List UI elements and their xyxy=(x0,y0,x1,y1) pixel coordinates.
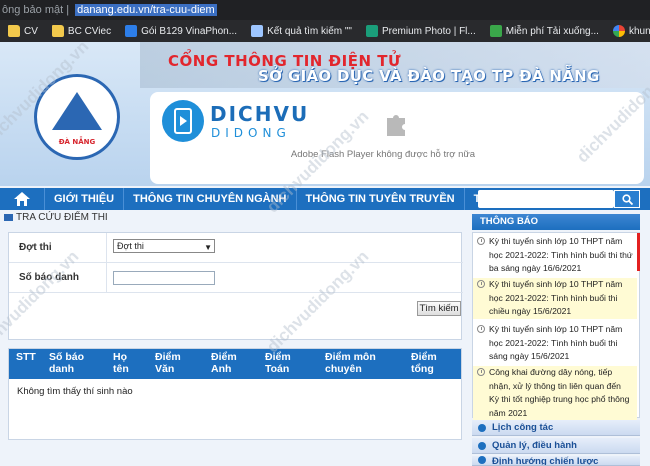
breadcrumb-label: TRA CỨU ĐIỂM THI xyxy=(16,212,108,223)
puzzle-plugin-icon xyxy=(387,115,405,136)
nav-gioi-thieu[interactable]: GIỚI THIỆU xyxy=(44,188,123,210)
form-divider xyxy=(106,233,107,293)
notice-item[interactable]: Kỳ thi tuyển sinh lớp 10 THPT năm học 20… xyxy=(473,323,637,364)
sidebar-link-quan-ly-dieu-hanh[interactable]: Quản lý, điều hành xyxy=(472,438,640,454)
notice-item[interactable]: Kỳ thi tuyển sinh lớp 10 THPT năm học 20… xyxy=(473,278,637,319)
google-icon xyxy=(612,25,625,37)
exam-select[interactable]: Đợt thi ▼ xyxy=(113,239,215,253)
search-input[interactable] xyxy=(478,190,614,208)
bookmark-vinaphone[interactable]: Gói B129 VinaPhon... xyxy=(125,25,237,37)
home-icon[interactable] xyxy=(0,188,44,210)
scroll-indicator[interactable] xyxy=(637,233,640,271)
exam-label: Đợt thi xyxy=(19,242,52,253)
table-icon xyxy=(4,214,13,221)
brand-watermark-top: DICHVU xyxy=(210,102,310,126)
notice-title: THÔNG BÁO xyxy=(472,214,640,230)
bookmark-bc-cviec[interactable]: BC CViec xyxy=(51,25,111,37)
clock-icon xyxy=(477,368,485,376)
breadcrumb: TRA CỨU ĐIỂM THI xyxy=(4,212,108,223)
exam-row: Đợt thi Đợt thi ▼ xyxy=(9,233,463,263)
clock-icon xyxy=(477,237,485,245)
col-diem-van: Điểm Văn xyxy=(155,351,181,375)
search-icon xyxy=(621,193,633,205)
clock-icon xyxy=(477,325,485,333)
candidate-number-input[interactable] xyxy=(113,271,215,285)
right-sidebar: THÔNG BÁO Kỳ thi tuyển sinh lớp 10 THPT … xyxy=(470,212,640,466)
bullet-icon xyxy=(478,456,486,464)
page: ĐÀ NẴNG CỔNG THÔNG TIN ĐIỆN TỬ SỞ GIÁO D… xyxy=(0,37,650,466)
address-bar[interactable]: ông bảo mật | danang.edu.vn/tra-cuu-diem xyxy=(0,0,650,20)
logo-label: ĐÀ NẴNG xyxy=(58,138,96,146)
col-so-bao-danh: Số báo danh xyxy=(49,351,85,375)
results-header: STT Số báo danh Họ tên Điểm Văn Điểm Anh… xyxy=(9,349,461,379)
freepik-icon xyxy=(366,25,378,37)
bookmark-khung-loi-thoai[interactable]: khung lời thoại hìn... xyxy=(612,25,650,37)
search-form: Đợt thi Đợt thi ▼ Số báo danh Tìm kiếm xyxy=(8,232,463,340)
banner: ĐÀ NẴNG CỔNG THÔNG TIN ĐIỆN TỬ SỞ GIÁO D… xyxy=(0,42,650,186)
results-table: STT Số báo danh Họ tên Điểm Văn Điểm Anh… xyxy=(8,348,462,440)
notice-item[interactable]: Công khai đường dây nóng, tiếp nhận, xử … xyxy=(473,366,637,420)
bookmark-search-results[interactable]: Kết quả tìm kiếm "" xyxy=(251,25,352,37)
search-submit-button[interactable]: Tìm kiếm xyxy=(417,301,461,316)
notice-item[interactable]: Kỳ thi tuyển sinh lớp 10 THPT năm học 20… xyxy=(473,235,637,276)
search-button[interactable] xyxy=(614,190,640,208)
col-diem-tong: Điểm tổng xyxy=(411,351,437,375)
bookmark-free-download[interactable]: Miễn phí Tải xuống... xyxy=(489,25,599,37)
security-status[interactable]: ông bảo mật | xyxy=(2,4,69,16)
col-ho-ten: Họ tên xyxy=(113,351,129,375)
bullet-icon xyxy=(478,423,486,432)
nav-thong-tin-chuyen-nganh[interactable]: THÔNG TIN CHUYÊN NGÀNH xyxy=(123,188,295,210)
url-text[interactable]: danang.edu.vn/tra-cuu-diem xyxy=(75,4,217,16)
col-diem-anh: Điểm Anh xyxy=(211,351,237,375)
candidate-row: Số báo danh xyxy=(9,263,463,293)
flash-unsupported-message: Adobe Flash Player không được hỗ trợ nữa xyxy=(290,149,476,160)
site-logo[interactable]: ĐÀ NẴNG xyxy=(34,74,120,160)
search-result-icon xyxy=(251,25,264,37)
empty-result-message: Không tìm thấy thí sinh nào xyxy=(17,386,133,397)
clock-icon xyxy=(477,280,485,288)
col-diem-mon-chuyen: Điểm môn chuyên xyxy=(325,351,376,375)
bookmark-premium-photo[interactable]: Premium Photo | Fl... xyxy=(366,25,476,37)
folder-icon xyxy=(51,25,64,37)
brand-watermark-bottom: DIDONG xyxy=(211,126,291,140)
bullet-icon xyxy=(478,441,486,450)
nav-thong-tin-tuyen-truyen[interactable]: THÔNG TIN TUYÊN TRUYỀN xyxy=(295,188,464,210)
notice-list: Kỳ thi tuyển sinh lớp 10 THPT năm học 20… xyxy=(472,232,640,420)
mountain-icon xyxy=(52,92,102,130)
col-diem-toan: Điểm Toán xyxy=(265,351,291,375)
bookmark-cv[interactable]: CV xyxy=(8,25,38,37)
chevron-down-icon: ▼ xyxy=(204,243,212,252)
main-nav: GIỚI THIỆU THÔNG TIN CHUYÊN NGÀNH THÔNG … xyxy=(0,188,650,210)
vinaphone-icon xyxy=(125,25,138,37)
dichvudidong-logo-icon xyxy=(162,100,204,142)
sidebar-link-lich-cong-tac[interactable]: Lịch công tác xyxy=(472,420,640,436)
folder-icon xyxy=(8,25,20,37)
col-stt: STT xyxy=(16,351,36,363)
candidate-label: Số báo danh xyxy=(19,272,79,283)
sidebar-link-dinh-huong[interactable]: Định hướng chiến lược xyxy=(472,456,640,466)
download-site-icon xyxy=(489,25,502,37)
bookmarks-bar: CV BC CViec Gói B129 VinaPhon... Kết quả… xyxy=(0,20,650,42)
banner-department-title: SỞ GIÁO DỤC VÀ ĐÀO TẠO TP ĐÀ NẴNG xyxy=(258,67,600,85)
